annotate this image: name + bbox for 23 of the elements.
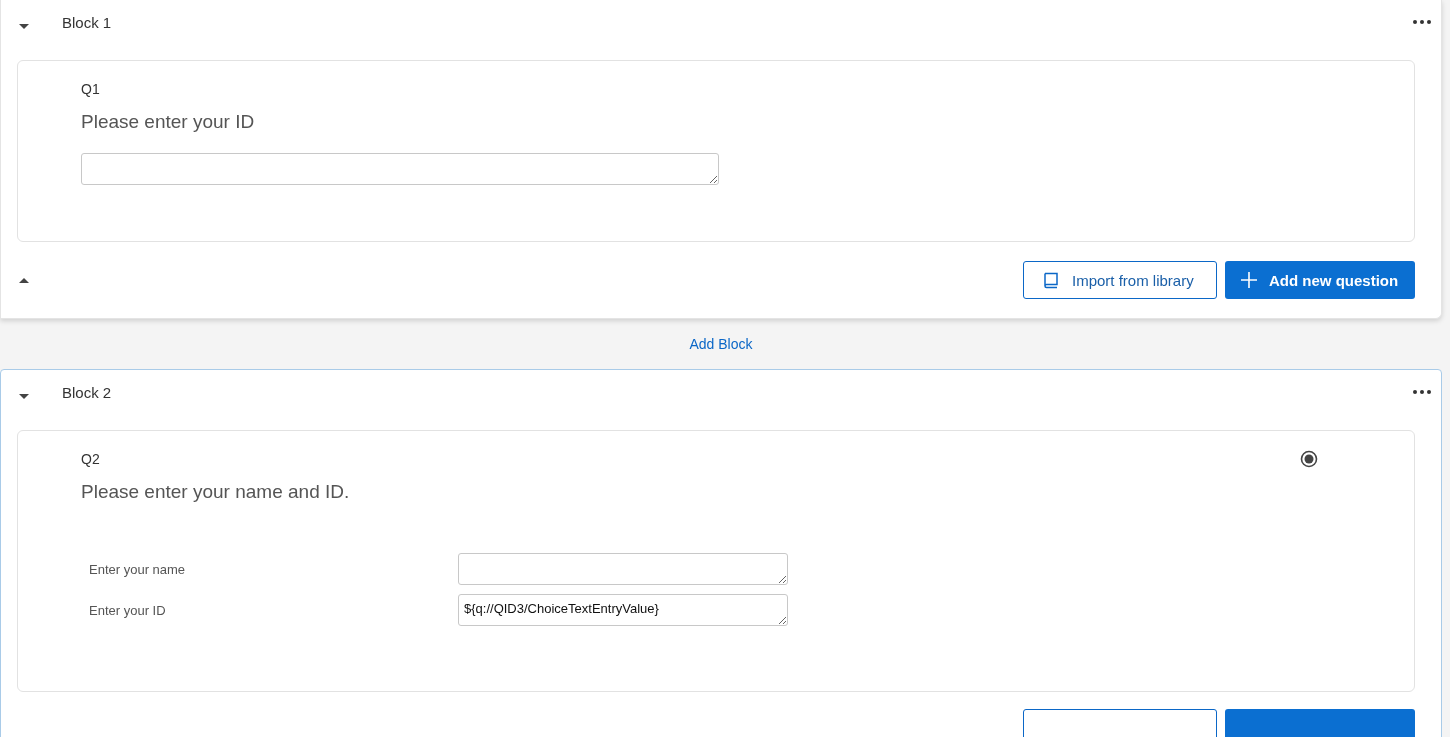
caret-down-icon[interactable] [19, 23, 29, 29]
field-label: Enter your name [88, 561, 187, 577]
field-label: Enter your ID [88, 602, 167, 618]
text-entry-field[interactable] [458, 553, 788, 585]
add-new-question-button[interactable]: Add new question [1225, 261, 1415, 299]
caret-down-icon[interactable] [19, 393, 29, 399]
question-number: Q1 [81, 81, 100, 97]
button-outline[interactable] [1023, 709, 1217, 737]
question-text: Please enter your ID [81, 111, 256, 133]
caret-up-icon[interactable] [19, 277, 29, 283]
radio-button[interactable] [1300, 450, 1318, 468]
more-options-icon[interactable] [1413, 20, 1431, 24]
block-title: Block 2 [62, 383, 112, 401]
block-title: Block 1 [62, 13, 112, 31]
import-from-library-button[interactable]: Import from library [1023, 261, 1217, 299]
plus-icon [1241, 272, 1257, 288]
text-entry-field[interactable]: ${q://QID3/ChoiceTextEntryValue} [458, 594, 788, 626]
question-text: Please enter your name and ID. [81, 481, 351, 503]
book-icon [1042, 271, 1060, 289]
text-entry-field[interactable] [81, 153, 719, 185]
more-options-icon[interactable] [1413, 390, 1431, 394]
add-block-link[interactable]: Add Block [689, 336, 753, 352]
question-number: Q2 [81, 451, 100, 467]
